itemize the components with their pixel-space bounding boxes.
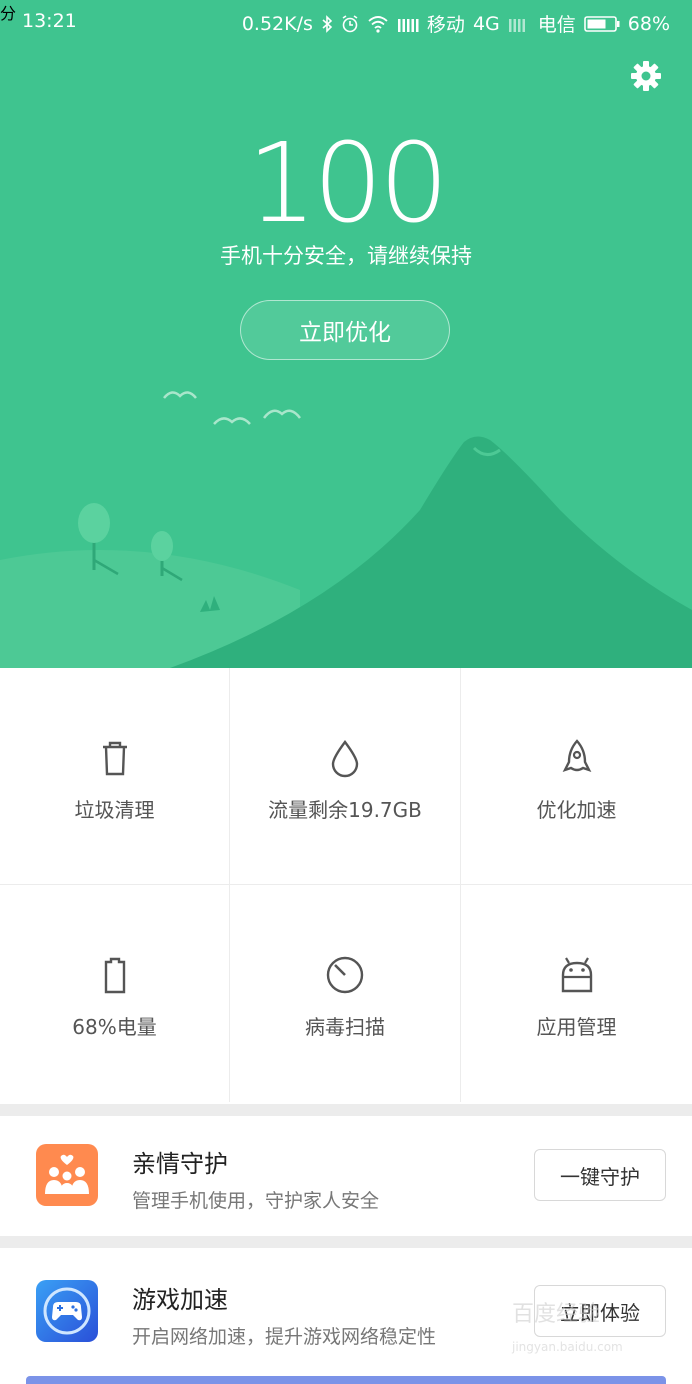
watermark-url: jingyan.baidu.com — [512, 1340, 623, 1354]
signal-icon-2 — [508, 18, 525, 32]
signal-icon-1 — [397, 18, 419, 32]
tool-speed-up[interactable]: 优化加速 — [461, 668, 692, 885]
trash-icon — [102, 741, 127, 776]
water-drop-icon — [331, 739, 359, 778]
scan-dial-icon — [326, 956, 364, 994]
tool-data-usage[interactable]: 流量剩余19.7GB — [230, 668, 461, 885]
tree-2 — [151, 531, 173, 561]
card-description: 开启网络加速，提升游戏网络稳定性 — [132, 1326, 437, 1348]
status-message: 手机十分安全，请继续保持 — [220, 244, 472, 268]
bluetooth-icon — [322, 14, 333, 33]
one-click-guard-button[interactable]: 一键守护 — [534, 1149, 666, 1201]
optimize-button[interactable]: 立即优化 — [240, 300, 450, 360]
family-guard-card[interactable]: 亲情守护 管理手机使用，守护家人安全 一键守护 — [0, 1116, 692, 1236]
tool-label: 优化加速 — [536, 798, 617, 822]
card-description: 管理手机使用，守护家人安全 — [132, 1190, 380, 1212]
network-speed: 0.52K/s — [241, 12, 313, 35]
android-icon — [561, 957, 592, 993]
carrier-1: 移动 — [426, 14, 465, 36]
battery-icon — [104, 957, 125, 994]
score-display: 100 — [0, 128, 692, 238]
next-card-edge — [26, 1376, 666, 1384]
network-type: 4G — [472, 12, 500, 35]
carrier-2: 电信 — [537, 14, 576, 36]
gear-icon[interactable] — [628, 58, 664, 94]
wifi-icon — [368, 15, 388, 33]
tool-label: 流量剩余19.7GB — [268, 798, 422, 822]
tool-virus-scan[interactable]: 病毒扫描 — [230, 885, 461, 1102]
family-icon — [36, 1144, 98, 1206]
hero-panel: 13:21 0.52K/s 移动 4G 电信 68% 100 分 手机十分安全，… — [0, 0, 692, 668]
section-divider — [0, 1236, 692, 1248]
alarm-icon — [342, 14, 358, 32]
status-right: 0.52K/s 移动 4G 电信 68% — [242, 10, 670, 37]
tool-app-manager[interactable]: 应用管理 — [461, 885, 692, 1102]
status-bar: 13:21 0.52K/s 移动 4G 电信 68% — [0, 0, 692, 44]
bird-3 — [263, 409, 301, 419]
battery-status-icon — [583, 15, 620, 32]
bird-2 — [213, 417, 251, 425]
tool-label: 病毒扫描 — [305, 1015, 385, 1039]
card-title: 亲情守护 — [132, 1150, 228, 1178]
bird-1 — [163, 391, 197, 399]
card-title: 游戏加速 — [132, 1286, 228, 1314]
tool-label: 应用管理 — [536, 1015, 617, 1039]
tool-label: 68%电量 — [72, 1015, 157, 1039]
watermark: 百度经验 — [512, 1302, 601, 1327]
tool-label: 垃圾清理 — [74, 798, 155, 822]
section-divider — [0, 1104, 692, 1116]
security-score: 100 — [247, 119, 449, 247]
tool-trash-clean[interactable]: 垃圾清理 — [0, 668, 230, 885]
tool-grid: 垃圾清理 流量剩余19.7GB 优化加速 68%电量 病毒扫描 应用管理 — [0, 668, 692, 1104]
rocket-icon — [562, 739, 591, 773]
battery-percent: 68% — [627, 12, 670, 35]
tree-1 — [78, 503, 110, 543]
gamepad-icon — [36, 1280, 98, 1342]
status-time: 13:21 — [22, 10, 77, 32]
tool-battery[interactable]: 68%电量 — [0, 885, 230, 1102]
landscape-illustration — [0, 391, 692, 668]
